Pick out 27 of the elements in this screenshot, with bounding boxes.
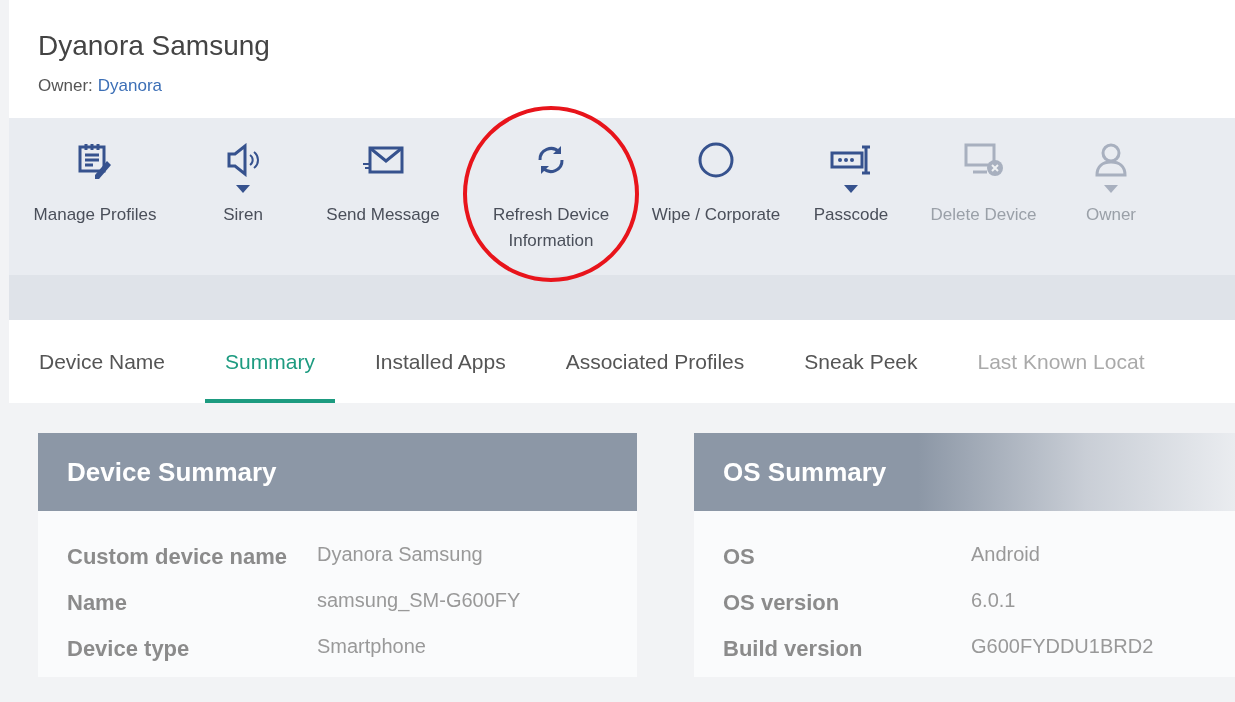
tab[interactable]: Associated Profiles: [545, 320, 765, 403]
card-title: OS Summary: [723, 456, 887, 488]
toolbar-button[interactable]: Send Message: [305, 140, 461, 228]
tab[interactable]: Device Name: [19, 320, 186, 403]
owner-label: Owner:: [38, 76, 93, 96]
field-label: OS: [723, 543, 756, 571]
field-value: Dyanora Samsung: [317, 542, 483, 567]
toolbar-button[interactable]: Wipe / Corporate: [641, 140, 791, 228]
tab[interactable]: Installed Apps: [354, 320, 526, 403]
toolbar-button[interactable]: Siren: [181, 140, 305, 228]
card-title: Device Summary: [67, 456, 277, 488]
tab[interactable]: Sneak Peek: [784, 320, 938, 403]
toolbar-button[interactable]: Passcode: [791, 140, 911, 228]
field-value: samsung_SM-G600FY: [317, 588, 521, 614]
device-title: Dyanora Samsung: [38, 30, 271, 62]
owner-link[interactable]: Dyanora: [97, 76, 163, 96]
field-label: Build version: [723, 635, 864, 663]
field-label: OS version: [723, 589, 841, 617]
field-label: Device type: [67, 635, 191, 663]
field-value: Smartphone: [317, 634, 426, 659]
field-label: Custom device name: [67, 543, 289, 571]
field-value: 6.0.1: [971, 588, 1016, 613]
toolbar-button[interactable]: Manage Profiles: [9, 140, 181, 228]
field-value: G600FYDDU1BRD2: [971, 634, 1154, 659]
field-label: Name: [67, 589, 128, 617]
toolbar-button[interactable]: Refresh Device Information: [461, 140, 641, 254]
field-value: Android: [971, 542, 1040, 567]
